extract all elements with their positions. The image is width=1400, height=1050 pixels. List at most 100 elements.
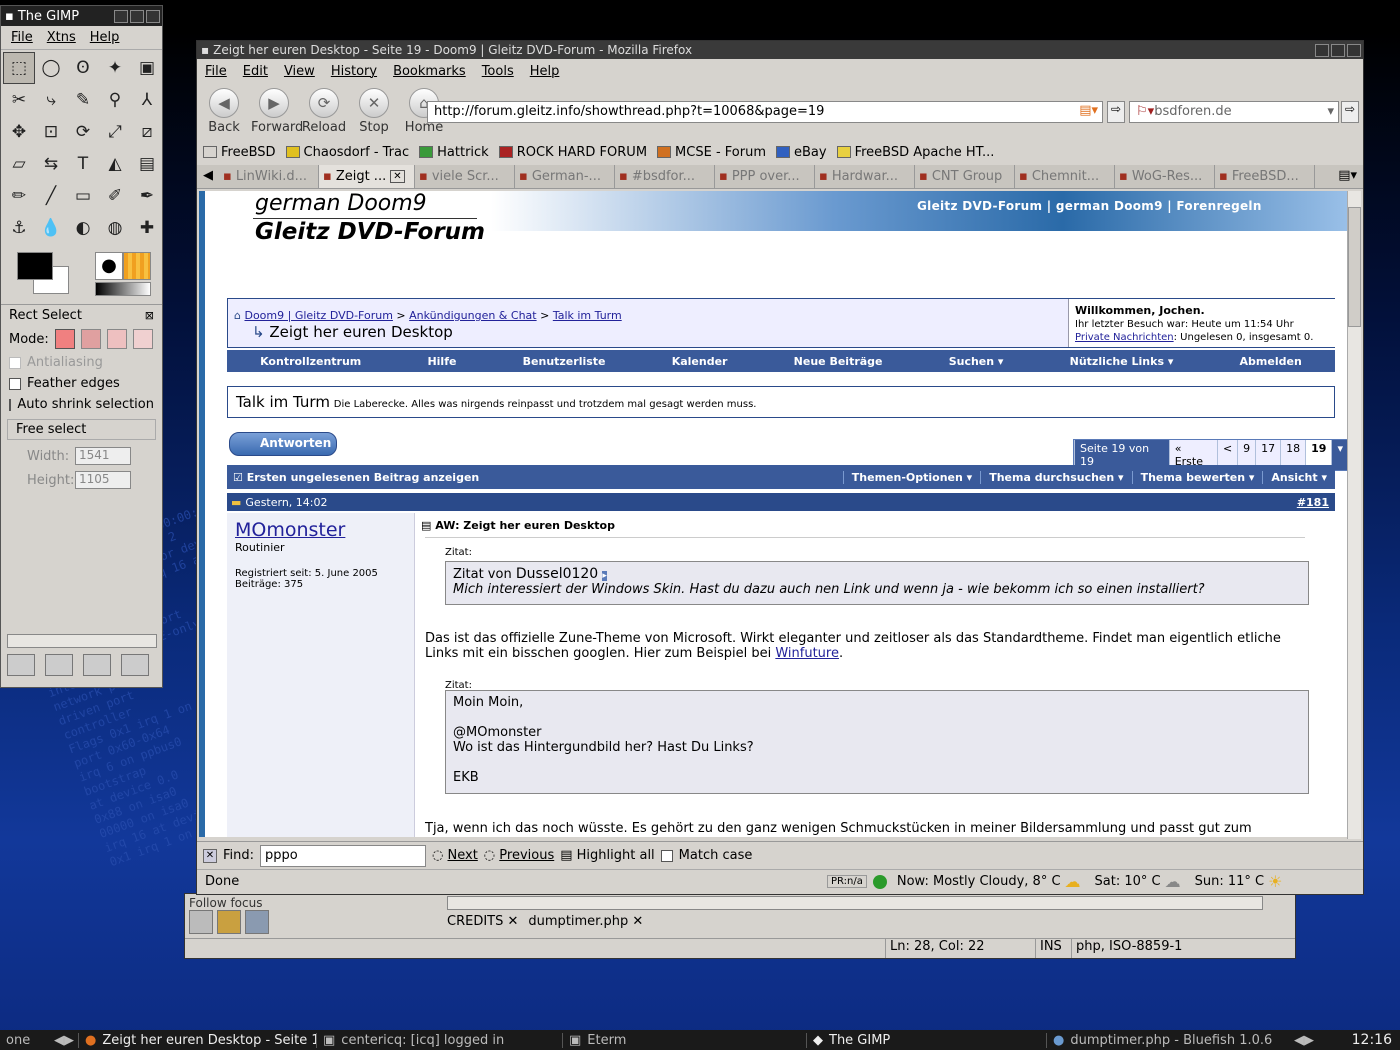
smudge-tool-icon[interactable]: 💧 (35, 212, 67, 244)
desktop-name[interactable]: one (0, 1033, 50, 1048)
bookmark-item[interactable]: eBay (775, 145, 827, 160)
reset-options-icon[interactable] (121, 654, 149, 676)
zoom-tool-icon[interactable]: ⚲ (99, 84, 131, 116)
browser-tab[interactable]: ▪ WoG-Res... (1115, 165, 1215, 188)
thread-tool-menu[interactable]: Themen-Optionen ▾ (842, 470, 980, 484)
crumb-home[interactable]: Doom9 | Gleitz DVD-Forum (244, 309, 392, 322)
first-unread-link[interactable]: ☑ Ersten ungelesenen Beitrag anzeigen (227, 471, 843, 484)
crop-tool-icon[interactable]: ⊡ (35, 116, 67, 148)
maximize-icon[interactable] (1331, 43, 1345, 57)
banner-nav[interactable]: Gleitz DVD-Forum | german Doom9 | Forenr… (917, 199, 1262, 213)
forum-nav-link[interactable]: Hilfe (427, 355, 456, 368)
task-eterm[interactable]: ▣ Eterm (562, 1032, 806, 1048)
thread-tool-menu[interactable]: Thema bewerten ▾ (1131, 470, 1263, 484)
forum-nav-link[interactable]: Kalender (672, 355, 728, 368)
close-icon[interactable]: ⊠ (145, 309, 154, 322)
bookmark-item[interactable]: ROCK HARD FORUM (498, 145, 647, 160)
bookmark-item[interactable]: MCSE - Forum (657, 145, 766, 160)
menu-tools[interactable]: Tools (482, 64, 514, 79)
username[interactable]: MOmonster (235, 519, 345, 541)
pencil-tool-icon[interactable]: ✏ (3, 180, 35, 212)
firefox-titlebar[interactable]: ▪ Zeigt her euren Desktop - Seite 19 - D… (197, 41, 1363, 59)
crumb-talk[interactable]: Talk im Turm (553, 309, 622, 322)
view-post-icon[interactable]: ▸ (602, 571, 607, 581)
find-next-button[interactable]: ◌ Next (432, 848, 478, 863)
winfuture-link[interactable]: Winfuture (775, 646, 839, 661)
fuzzy-select-tool-icon[interactable]: ✦ (99, 52, 131, 84)
close-find-icon[interactable]: ✕ (203, 848, 217, 863)
horizontal-scrollbar[interactable] (447, 896, 1263, 910)
dodge-tool-icon[interactable]: ◐ (67, 212, 99, 244)
browser-tab[interactable]: ▪ German-... (515, 165, 615, 188)
airbrush-tool-icon[interactable]: ✐ (99, 180, 131, 212)
feather-checkbox[interactable] (9, 377, 21, 390)
heal-tool-icon[interactable]: ✚ (131, 212, 163, 244)
back-button[interactable]: ◀ Back (201, 88, 247, 135)
flip-tool-icon[interactable]: ⇆ (35, 148, 67, 180)
pattern-preview[interactable] (123, 252, 151, 280)
menu-view[interactable]: View (284, 64, 315, 79)
open-folder-icon[interactable] (189, 910, 213, 934)
search-engine-icon[interactable]: ⚐▾ (1136, 104, 1154, 119)
browser-tab[interactable]: ▪ PPP over... (715, 165, 815, 188)
forum-nav-link[interactable]: Suchen ▾ (949, 355, 1004, 368)
delete-options-icon[interactable] (83, 654, 111, 676)
close-tab-icon[interactable]: ✕ (390, 170, 405, 183)
browser-tab[interactable]: ▪ Chemnit... (1015, 165, 1115, 188)
task-firefox[interactable]: ● Zeigt her euren Desktop - Seite 19 (78, 1032, 316, 1048)
gimp-titlebar[interactable]: ▪ The GIMP (1, 6, 162, 26)
close-icon[interactable] (1347, 43, 1361, 57)
menu-help[interactable]: Help (530, 64, 560, 79)
mode-replace-icon[interactable] (54, 329, 75, 349)
minimize-icon[interactable] (114, 9, 128, 23)
brush-preview[interactable]: ● (95, 252, 123, 280)
scissors-tool-icon[interactable]: ✂ (3, 84, 35, 116)
window-menu-icon[interactable]: ▪ (5, 9, 14, 24)
bucket-fill-tool-icon[interactable]: ◭ (99, 148, 131, 180)
search-go-button[interactable]: ⇨ (1341, 101, 1359, 123)
free-select-field[interactable]: Free select (7, 419, 156, 440)
convolve-tool-icon[interactable]: ◍ (99, 212, 131, 244)
rss-icon[interactable]: ▤▾ (1079, 103, 1098, 118)
browser-tab[interactable]: ▪ Hardwar... (815, 165, 915, 188)
forum-nav-link[interactable]: Neue Beiträge (794, 355, 883, 368)
move-tool-icon[interactable]: ✥ (3, 116, 35, 148)
pm-link[interactable]: Private Nachrichten (1075, 332, 1174, 343)
rect-select-tool-icon[interactable]: ⬚ (3, 52, 35, 84)
clone-tool-icon[interactable]: ⚓ (3, 212, 35, 244)
browser-tab[interactable]: ▪ LinWiki.d... (219, 165, 319, 188)
save-options-icon[interactable] (7, 654, 35, 676)
close-icon[interactable] (146, 9, 160, 23)
chevron-down-icon[interactable]: ▾ (1327, 104, 1334, 119)
blend-tool-icon[interactable]: ▤ (131, 148, 163, 180)
ellipse-select-tool-icon[interactable]: ◯ (35, 52, 67, 84)
forum-nav-link[interactable]: Nützliche Links ▾ (1070, 355, 1174, 368)
browser-tab[interactable]: ▪ viele Scr... (415, 165, 515, 188)
antialiasing-checkbox[interactable] (9, 356, 21, 369)
browser-tab[interactable]: ▪ CNT Group (915, 165, 1015, 188)
crumb-announce[interactable]: Ankündigungen & Chat (409, 309, 536, 322)
bookmark-item[interactable]: FreeBSD Apache HT... (836, 145, 994, 160)
reply-button[interactable]: Antworten (229, 432, 337, 456)
menu-file[interactable]: File (205, 64, 227, 79)
go-button[interactable]: ⇨ (1107, 101, 1125, 123)
task-centericq[interactable]: ▣ centericq: [icq] logged in (316, 1032, 562, 1048)
notebook-icon[interactable] (217, 910, 241, 934)
by-color-select-tool-icon[interactable]: ▣ (131, 52, 163, 84)
mode-add-icon[interactable] (80, 329, 101, 349)
menu-bookmarks[interactable]: Bookmarks (393, 64, 466, 79)
mode-intersect-icon[interactable] (132, 329, 153, 349)
width-spinner[interactable]: 1541 (75, 447, 131, 465)
menu-history[interactable]: History (331, 64, 377, 79)
post-number[interactable]: #181 (1297, 496, 1329, 509)
maximize-icon[interactable] (130, 9, 144, 23)
scrollbar-thumb[interactable] (1348, 207, 1361, 327)
search-box[interactable]: ⚐▾bsdforen.de ▾ (1129, 101, 1339, 123)
browser-tab[interactable]: ▪ Zeigt ... ✕ (319, 165, 415, 188)
measure-tool-icon[interactable]: ⅄ (131, 84, 163, 116)
forum-nav-link[interactable]: Abmelden (1240, 355, 1302, 368)
find-input[interactable]: pppo (260, 844, 427, 867)
ink-tool-icon[interactable]: ✒ (131, 180, 163, 212)
rotate-tool-icon[interactable]: ⟳ (67, 116, 99, 148)
eraser-tool-icon[interactable]: ▭ (67, 180, 99, 212)
